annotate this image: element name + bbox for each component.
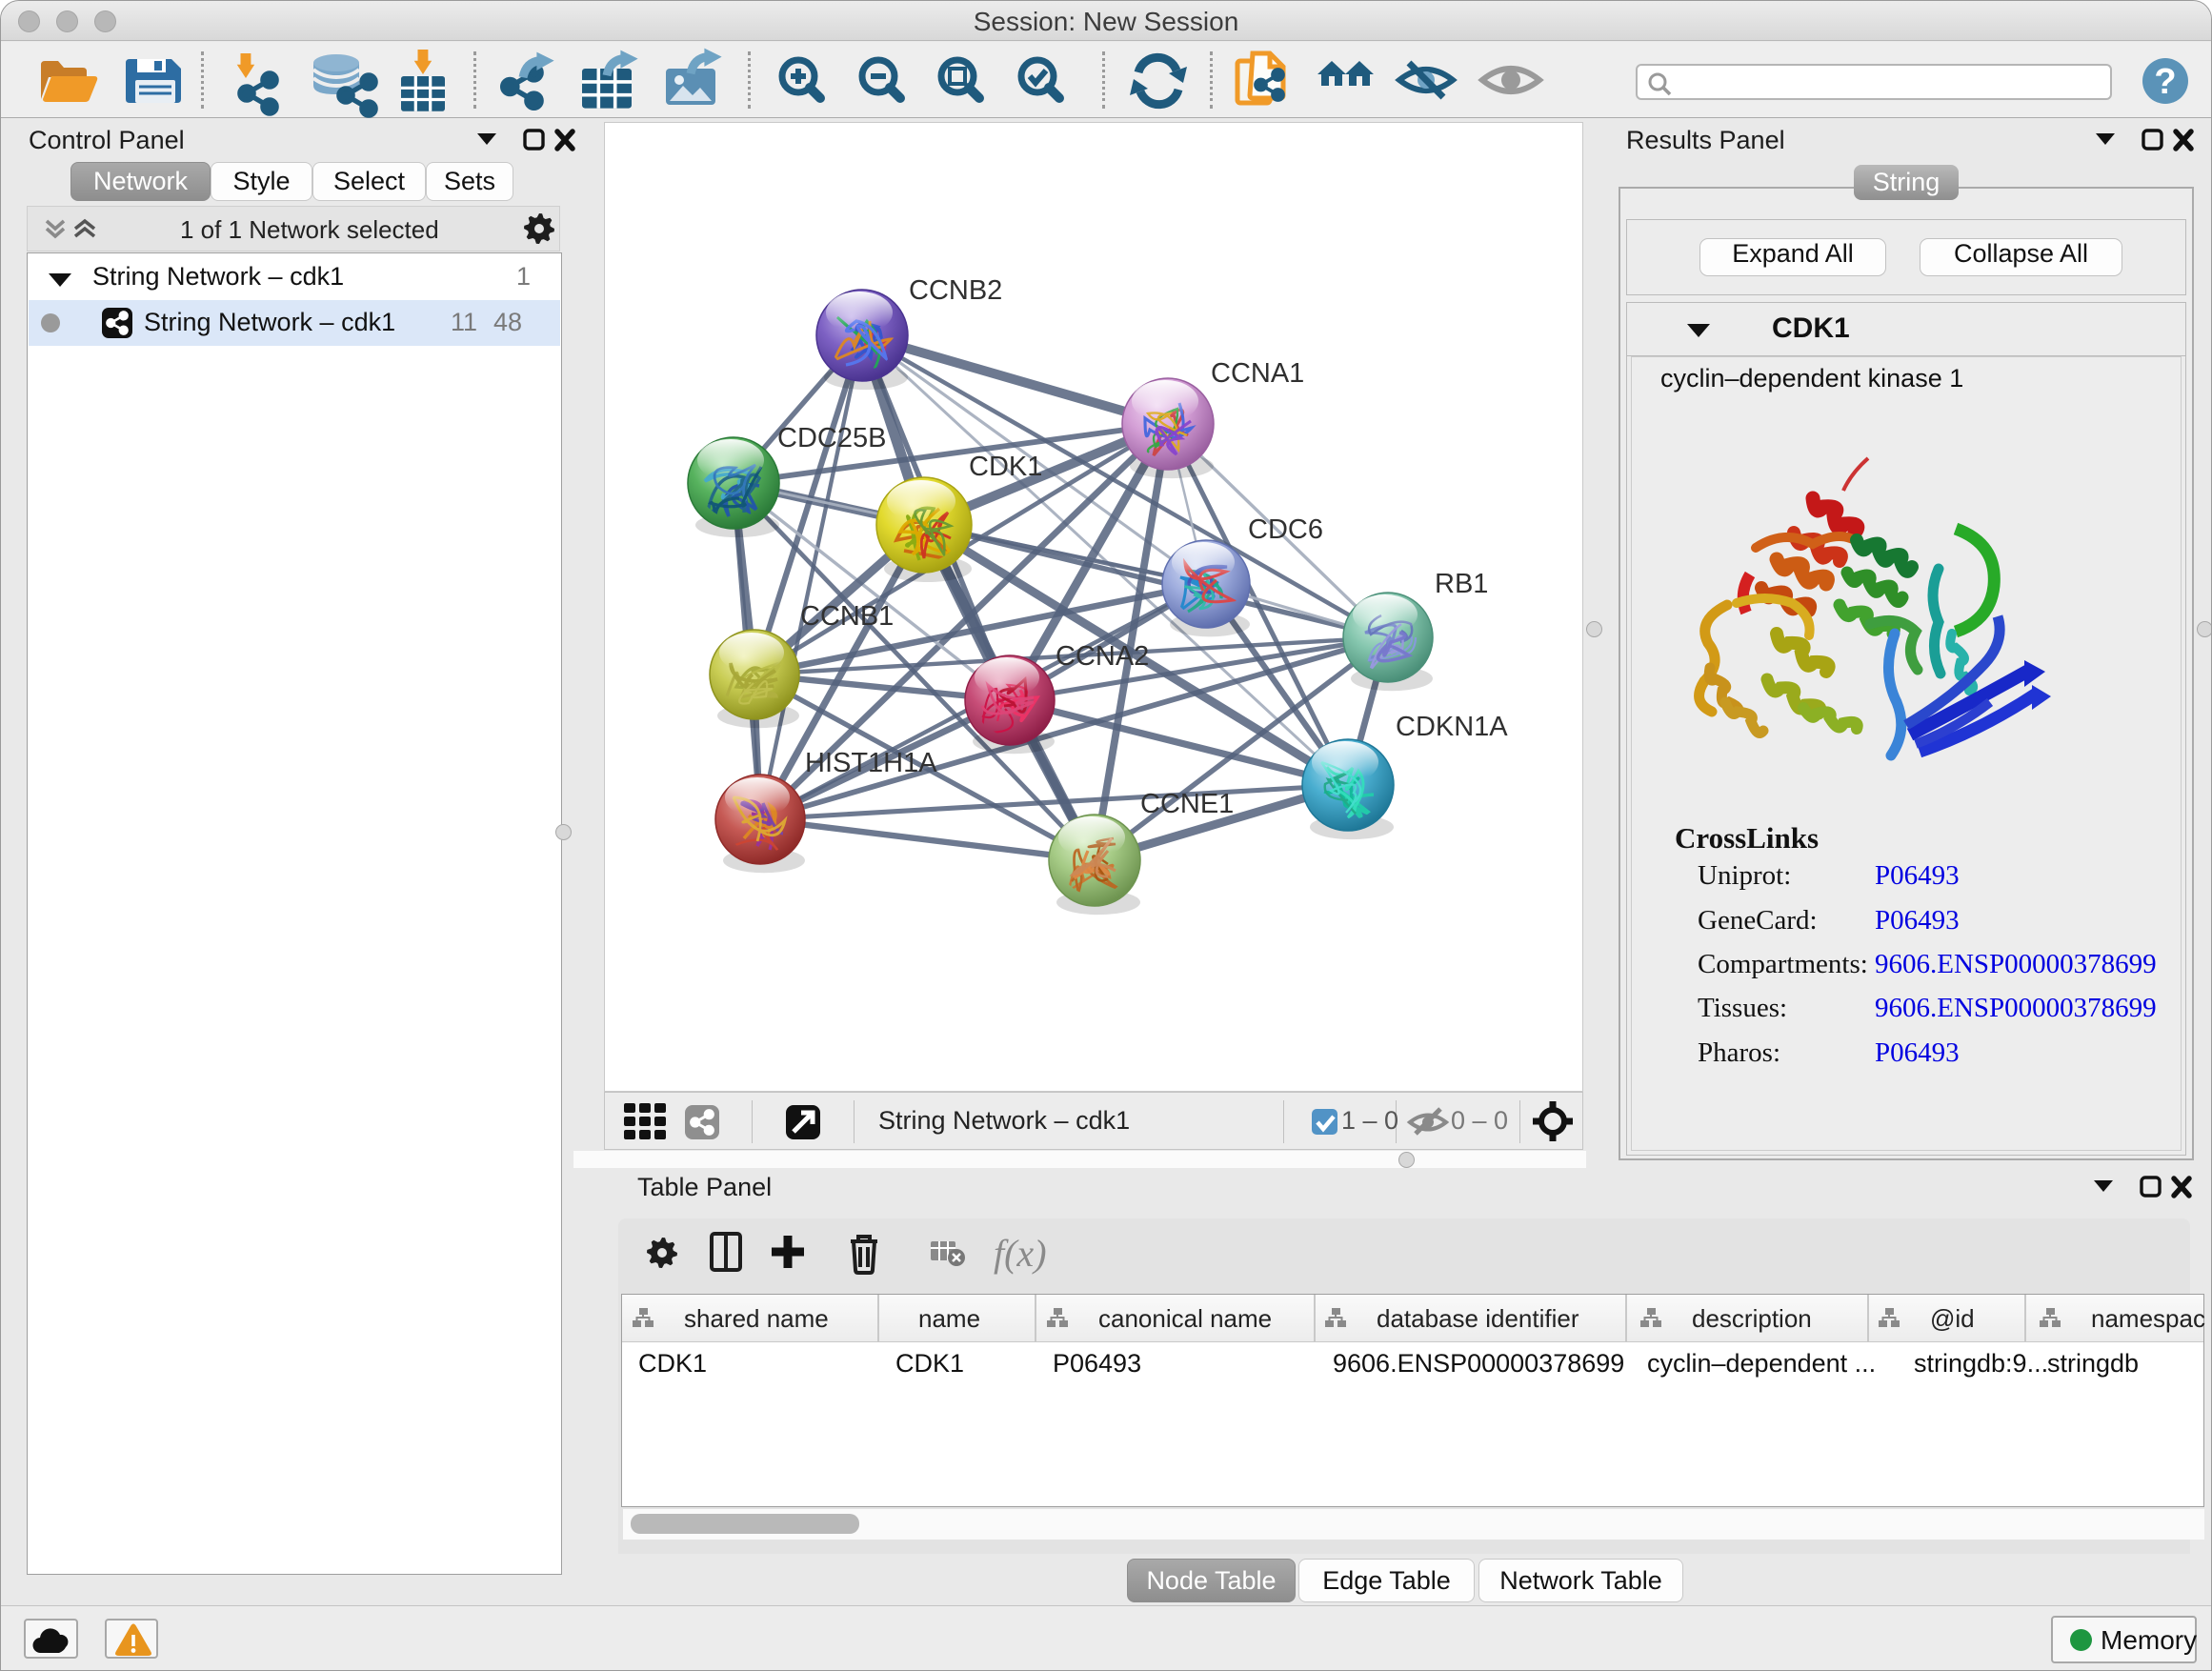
svg-text:CDKN1A: CDKN1A	[1396, 712, 1508, 742]
svg-text:RB1: RB1	[1435, 569, 1488, 599]
svg-text:CCNB1: CCNB1	[800, 601, 894, 632]
svg-text:CCNB2: CCNB2	[909, 275, 1002, 306]
svg-text:CCNA1: CCNA1	[1211, 358, 1304, 389]
svg-text:CCNE1: CCNE1	[1140, 789, 1234, 819]
svg-text:f(x): f(x)	[994, 1232, 1047, 1275]
svg-text:HIST1H1A: HIST1H1A	[805, 748, 937, 778]
svg-text:canonical name: canonical name	[1098, 1304, 1272, 1333]
svg-text:@id: @id	[1930, 1304, 1975, 1333]
svg-text:CDC6: CDC6	[1248, 514, 1323, 545]
svg-text:namespac: namespac	[2091, 1304, 2205, 1333]
svg-text:CDK1: CDK1	[969, 452, 1042, 482]
svg-text:CCNA2: CCNA2	[1056, 641, 1149, 672]
svg-text:database identifier: database identifier	[1377, 1304, 1579, 1333]
svg-text:shared name: shared name	[684, 1304, 829, 1333]
svg-text:description: description	[1692, 1304, 1812, 1333]
svg-text:?: ?	[2154, 62, 2176, 102]
svg-text:name: name	[918, 1304, 980, 1333]
svg-text:CDC25B: CDC25B	[777, 423, 886, 453]
